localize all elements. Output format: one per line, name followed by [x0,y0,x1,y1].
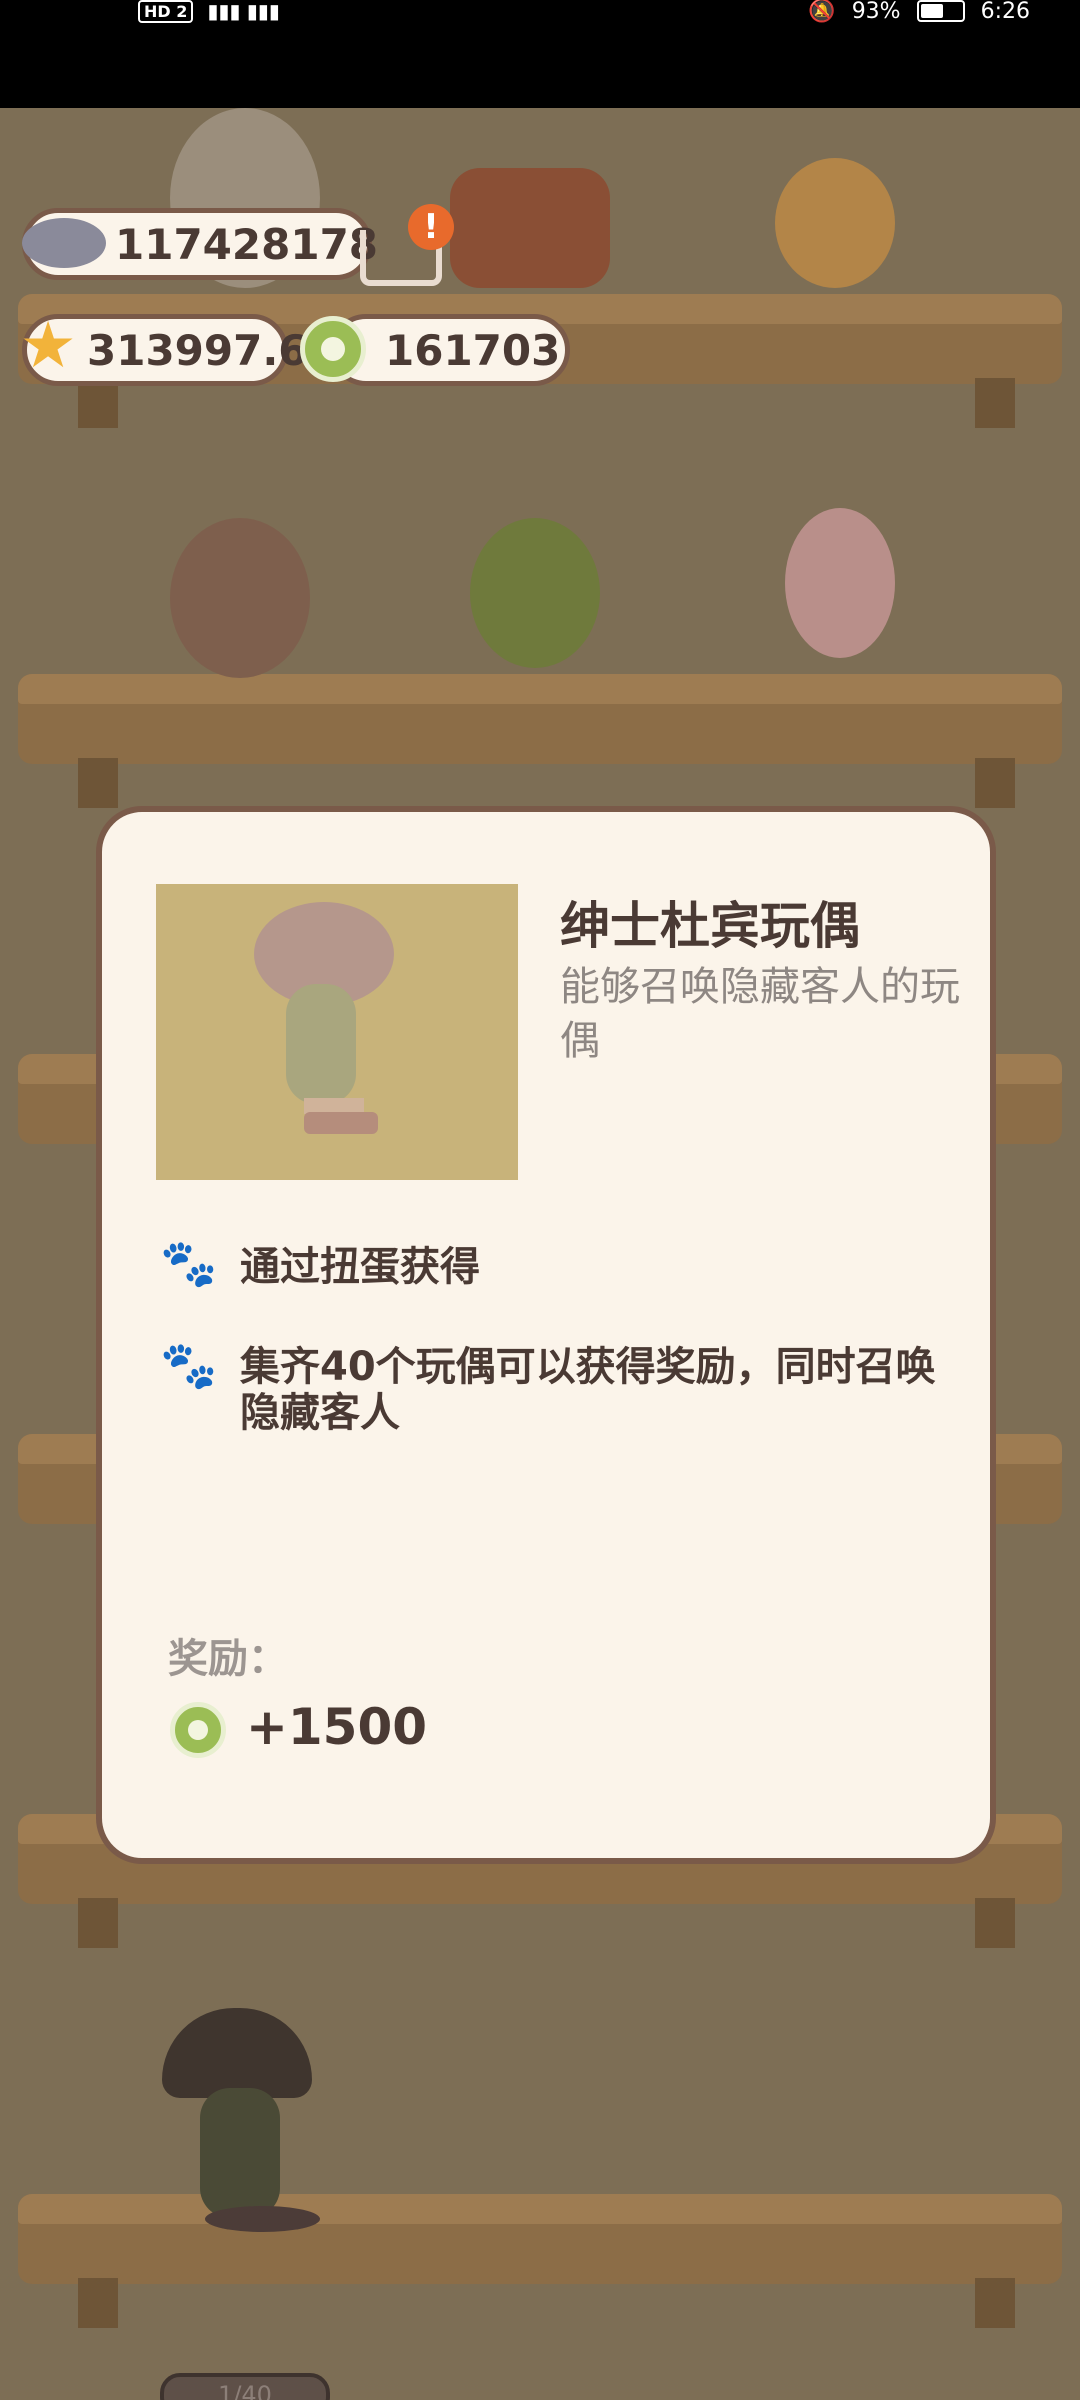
mute-bell-icon: 🔕 [808,0,836,24]
status-bar: HD 2 ▮▮▮ ▮▮▮ 🔕 93% 6:26 [0,0,1080,108]
reward-coin-icon [170,1702,226,1758]
item-title: 绅士杜宾玩偶 [560,897,860,955]
shelf-leg [78,1898,118,1948]
collection-progress: 1/40 [160,2373,330,2400]
star-icon: ★ [19,309,77,383]
battery-percent: 93% [851,0,901,24]
fish-count: 117428178 [115,219,379,269]
item-info-dialog: 绅士杜宾玩偶 能够召唤隐藏客人的玩偶 🐾 通过扭蛋获得 🐾 集齐40个玩偶可以获… [96,806,996,1864]
paw-icon: 🐾 [160,1338,218,1392]
paw-icon: 🐾 [160,1236,218,1290]
toy-mario-cat[interactable] [170,518,310,678]
battery-icon [916,0,965,22]
shelf-leg [975,1898,1015,1948]
signal-icon: ▮▮▮ ▮▮▮ [207,0,280,23]
reward-label: 奖励： [168,1636,288,1682]
shelf-leg [975,758,1015,808]
toy-gentleman-doberman-umbrella[interactable] [162,2008,312,2098]
coin-counter[interactable]: 161703 [330,314,570,386]
coin-icon [300,316,366,382]
shelf-2 [18,674,1062,764]
item-subtitle: 能够召唤隐藏客人的玩偶 [560,964,960,1064]
status-right: 🔕 93% 6:26 [808,0,1030,24]
toy-bunny-hood[interactable] [785,508,895,658]
hd-badge: HD 2 [138,0,194,23]
toy-reading-shiba[interactable] [775,158,895,288]
shelf-leg [975,2278,1015,2328]
shelf-leg [78,2278,118,2328]
reward-value: +1500 [246,1698,428,1756]
info-line-collect: 集齐40个玩偶可以获得奖励，同时召唤隐藏客人 [240,1344,936,1436]
toy-base [205,2206,320,2232]
gentleman-doberman-illustration [254,902,394,1134]
toy-rowing-turtle[interactable] [470,518,600,668]
shelf-6 [18,2194,1062,2284]
fish-icon [22,218,106,268]
shelf-leg [78,758,118,808]
status-left: HD 2 ▮▮▮ ▮▮▮ [138,0,280,23]
info-line-obtain: 通过扭蛋获得 [240,1244,480,1290]
star-count: 313997.6 [87,325,308,375]
toy-racer-car[interactable] [450,168,610,288]
toy-gentleman-doberman-body [200,2088,280,2218]
shop-alert-badge[interactable]: ! [408,204,454,250]
item-image [156,884,518,1180]
clock: 6:26 [980,0,1030,24]
shelf-leg [975,378,1015,428]
coin-count: 161703 [385,325,561,375]
